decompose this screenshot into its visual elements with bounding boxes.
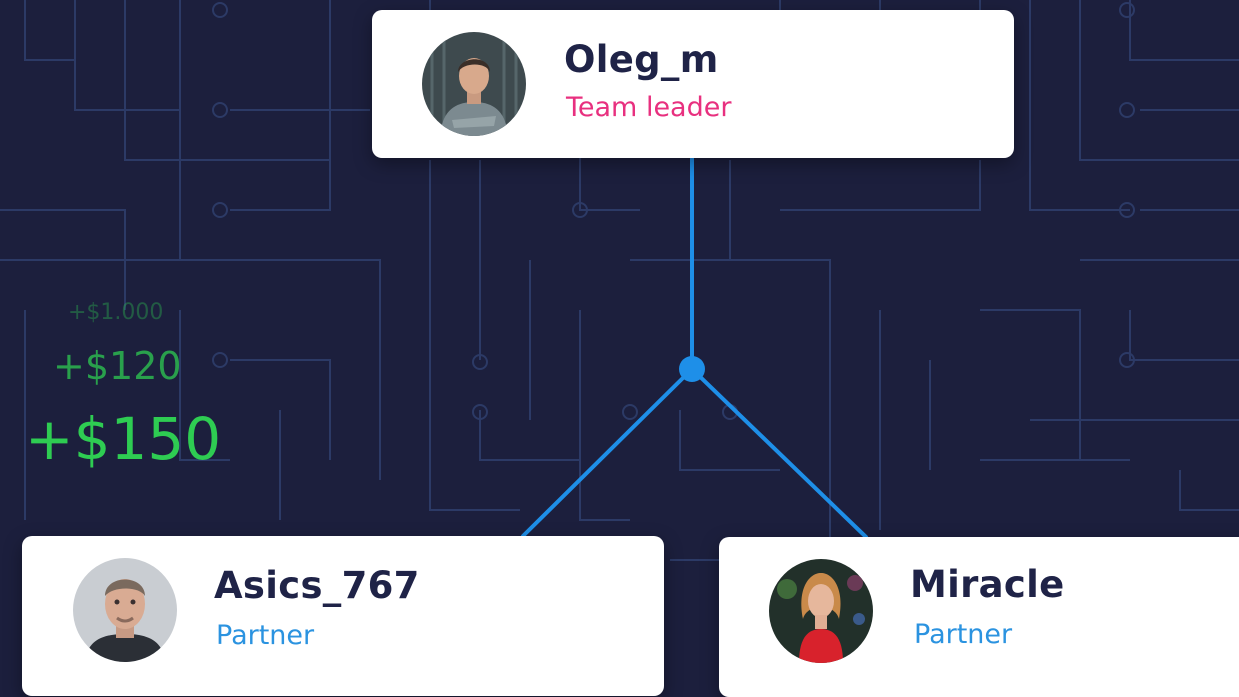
partner-card[interactable]: Miracle Partner [719,537,1239,697]
leader-role: Team leader [566,92,732,123]
avatar[interactable] [769,559,873,663]
partner-name: Asics_767 [214,564,420,607]
partner-role: Partner [216,620,315,651]
right-branch-line [690,367,868,539]
avatar[interactable] [73,558,177,662]
junction-node [679,356,705,382]
partner-role: Partner [914,619,1013,650]
partner-card[interactable]: Asics_767 Partner [22,536,664,696]
avatar[interactable] [422,32,526,136]
partner-name: Miracle [910,563,1065,606]
earning-amount: +$120 [53,344,182,388]
person-photo-icon [73,558,177,662]
leader-card[interactable]: Oleg_m Team leader [372,10,1014,158]
left-branch-line [521,367,694,538]
earning-amount: +$1.000 [68,300,164,325]
leader-name: Oleg_m [564,38,719,81]
person-photo-icon [769,559,873,663]
earning-amount: +$150 [25,405,222,473]
person-photo-icon [422,32,526,136]
